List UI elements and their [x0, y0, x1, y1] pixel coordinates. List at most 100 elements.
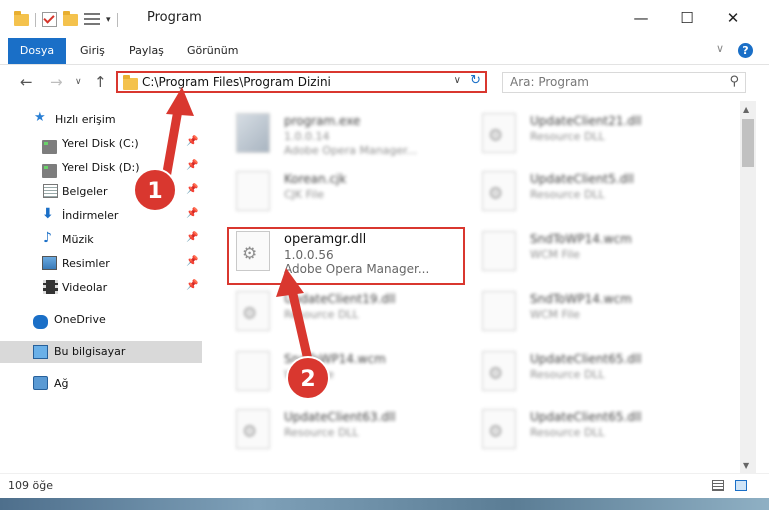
customize-icon[interactable] [84, 13, 100, 26]
pin-icon[interactable]: 📌 [186, 136, 198, 147]
properties-check-icon[interactable] [42, 12, 57, 27]
file-type: Resource DLL [530, 426, 605, 439]
tab-home[interactable]: Giriş [80, 38, 105, 64]
nav-item-videos[interactable]: Videolar 📌 [0, 277, 202, 299]
pin-icon[interactable]: 📌 [186, 208, 198, 219]
refresh-icon[interactable]: ↻ [470, 73, 481, 88]
nav-item-onedrive[interactable]: OneDrive [0, 309, 202, 331]
details-view-icon[interactable] [712, 480, 724, 491]
file-tile[interactable]: UpdateClient63.dll Resource DLL [212, 401, 444, 459]
new-folder-icon[interactable] [63, 10, 78, 26]
file-name: UpdateClient19.dll [284, 292, 396, 306]
nav-label: Hızlı erişim [55, 113, 116, 126]
file-type: CJK File [284, 188, 325, 201]
up-arrow-icon[interactable]: ↑ [94, 73, 107, 91]
address-dropdown-icon[interactable]: ∨ [454, 75, 461, 86]
ribbon-tabs: Dosya Giriş Paylaş Görünüm ∨ ? [0, 38, 769, 65]
tab-file[interactable]: Dosya [8, 38, 66, 64]
nav-item-documents[interactable]: Belgeler 📌 [0, 181, 202, 203]
toolbar-separator [35, 12, 36, 27]
nav-label: Müzik [62, 233, 94, 246]
file-type: Resource DLL [530, 368, 605, 381]
nav-label: Bu bilgisayar [54, 345, 126, 358]
nav-label: Yerel Disk (D:) [62, 161, 140, 174]
dll-file-icon [482, 171, 516, 211]
nav-item-disk-d[interactable]: Yerel Disk (D:) 📌 [0, 157, 202, 179]
file-type: Resource DLL [530, 130, 605, 143]
pin-icon[interactable]: 📌 [186, 280, 198, 291]
window-title: Program [147, 10, 202, 25]
tiles-view-icon[interactable] [735, 480, 747, 491]
file-tile[interactable]: UpdateClient21.dll Resource DLL [458, 105, 690, 163]
nav-item-this-pc[interactable]: Bu bilgisayar [0, 341, 202, 363]
onedrive-cloud-icon [33, 315, 48, 329]
address-path[interactable]: C:\Program Files\Program Dizini [142, 75, 331, 89]
pin-icon[interactable]: 📌 [186, 256, 198, 267]
nav-item-pictures[interactable]: Resimler 📌 [0, 253, 202, 275]
toolbar-separator [116, 12, 118, 27]
expand-ribbon-icon[interactable]: ∨ [716, 42, 724, 55]
search-icon[interactable]: ⚲ [729, 74, 739, 89]
title-bar: ▾ Program — ☐ ✕ [0, 0, 769, 38]
back-arrow-icon[interactable]: ← [20, 73, 33, 91]
explorer-window: ▾ Program — ☐ ✕ Dosya Giriş Paylaş Görün… [0, 0, 769, 498]
file-tile[interactable]: SndToWP14.wcm WCM File [458, 283, 690, 341]
file-tile[interactable]: UpdateClient19.dll Resource DLL [212, 283, 444, 341]
pin-icon[interactable]: 📌 [186, 160, 198, 171]
pin-icon[interactable]: 📌 [186, 232, 198, 243]
pin-icon[interactable]: 📌 [186, 184, 198, 195]
downloads-icon: ⬇ [42, 206, 54, 222]
nav-label: Yerel Disk (C:) [62, 137, 139, 150]
file-tile[interactable]: UpdateClient65.dll Resource DLL [458, 401, 690, 459]
nav-quick-access[interactable]: ★ Hızlı erişim [0, 109, 202, 131]
file-version: 1.0.0.14 [284, 130, 330, 143]
minimize-button[interactable]: — [633, 10, 649, 26]
scroll-up-icon[interactable]: ▲ [743, 105, 749, 114]
file-name: operamgr.dll [284, 232, 367, 247]
dll-file-icon [236, 291, 270, 331]
file-description: Adobe Opera Manager... [284, 262, 430, 276]
vertical-scrollbar[interactable]: ▲ ▼ [740, 101, 756, 473]
file-tile[interactable]: SndToWP14.wcm WCM File [212, 343, 444, 401]
file-type: Resource DLL [284, 426, 359, 439]
file-tile[interactable]: UpdateClient65.dll Resource DLL [458, 343, 690, 401]
scroll-down-icon[interactable]: ▼ [743, 461, 749, 470]
file-tile-operamgr[interactable]: operamgr.dll 1.0.0.56 Adobe Opera Manage… [212, 223, 444, 281]
address-row: ← → ∨ ↑ C:\Program Files\Program Dizini … [0, 65, 769, 101]
drive-icon [42, 140, 57, 154]
close-button[interactable]: ✕ [725, 10, 741, 26]
file-tile[interactable]: Korean.cjk CJK File [212, 163, 444, 221]
help-icon[interactable]: ? [738, 43, 753, 58]
nav-item-network[interactable]: Ağ [0, 373, 202, 395]
folder-icon [14, 10, 29, 26]
navigation-pane: ★ Hızlı erişim Yerel Disk (C:) 📌 Yerel D… [0, 101, 206, 473]
dll-file-icon [236, 231, 270, 271]
nav-item-disk-c[interactable]: Yerel Disk (C:) 📌 [0, 133, 202, 155]
file-type: Resource DLL [284, 308, 359, 321]
nav-item-downloads[interactable]: ⬇ İndirmeler 📌 [0, 205, 202, 227]
file-name: UpdateClient65.dll [530, 352, 642, 366]
item-count: 109 öğe [8, 479, 53, 492]
nav-item-music[interactable]: ♪ Müzik 📌 [0, 229, 202, 251]
tab-view[interactable]: Görünüm [187, 38, 238, 64]
search-box[interactable]: Ara: Program ⚲ [502, 72, 746, 93]
address-bar[interactable]: C:\Program Files\Program Dizini ∨ ↻ [116, 71, 487, 93]
recent-chevron-icon[interactable]: ∨ [75, 77, 82, 87]
qat-dropdown-icon[interactable]: ▾ [106, 15, 111, 25]
status-bar: 109 öğe [0, 473, 769, 498]
file-icon [482, 291, 516, 331]
forward-arrow-icon[interactable]: → [50, 73, 63, 91]
scrollbar-thumb[interactable] [742, 119, 754, 167]
maximize-button[interactable]: ☐ [679, 10, 695, 26]
file-type: WCM File [530, 308, 580, 321]
file-tile[interactable]: SndToWP14.wcm WCM File [458, 223, 690, 281]
file-name: program.exe [284, 114, 361, 128]
nav-label: Resimler [62, 257, 110, 270]
search-placeholder[interactable]: Ara: Program [510, 75, 589, 89]
tab-share[interactable]: Paylaş [129, 38, 164, 64]
file-description: Adobe Opera Manager... [284, 144, 418, 157]
file-name: UpdateClient5.dll [530, 172, 634, 186]
file-tile[interactable]: program.exe 1.0.0.14 Adobe Opera Manager… [212, 105, 444, 163]
file-version: 1.0.0.56 [284, 248, 334, 262]
file-tile[interactable]: UpdateClient5.dll Resource DLL [458, 163, 690, 221]
